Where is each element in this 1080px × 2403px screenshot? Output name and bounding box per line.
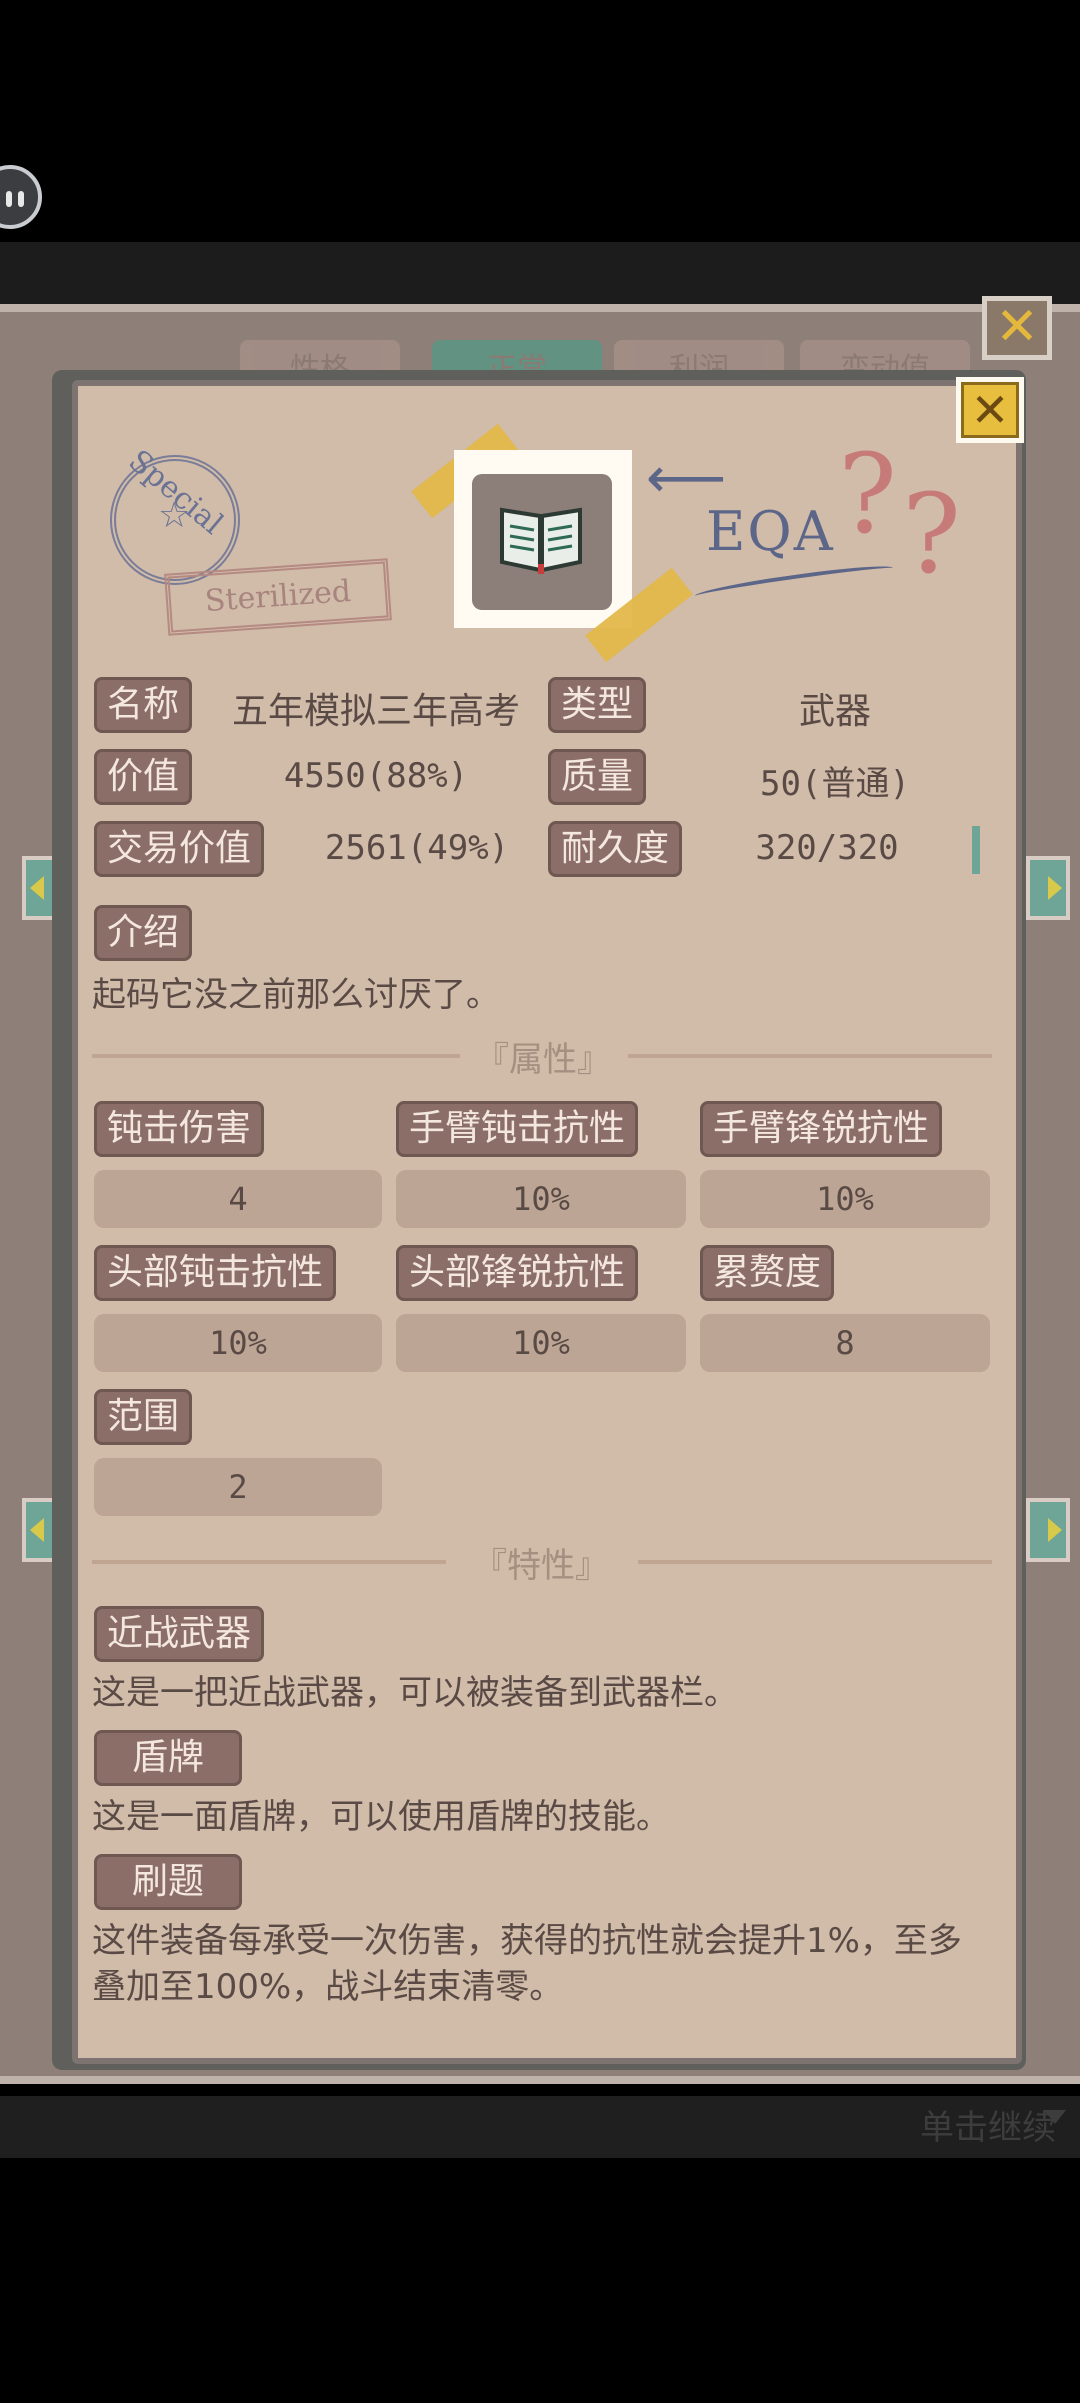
label-type: 类型: [548, 677, 647, 733]
trait-label: 刷题: [94, 1854, 242, 1910]
book-icon: [500, 507, 582, 574]
divider: [638, 1560, 992, 1564]
trait-label: 盾牌: [94, 1730, 242, 1786]
attr-label: 范围: [94, 1389, 193, 1445]
close-icon[interactable]: ✕: [961, 382, 1019, 438]
right-arrow-button[interactable]: [1026, 1498, 1070, 1562]
trait-text: 这是一把近战武器，可以被装备到武器栏。: [92, 1673, 738, 1713]
close-button[interactable]: ✕: [956, 377, 1024, 443]
attr-label: 手臂钝击抗性: [396, 1101, 639, 1157]
right-arrow-button[interactable]: [1026, 856, 1070, 920]
label-intro: 介绍: [94, 905, 193, 961]
attr-label: 钝击伤害: [94, 1101, 265, 1157]
bottom-bar: [0, 2096, 1080, 2158]
label-value: 价值: [94, 749, 193, 805]
attr-label: 头部钝击抗性: [94, 1245, 337, 1301]
continue-hint[interactable]: 单击继续: [920, 2100, 1056, 2149]
attr-value: 10%: [396, 1170, 686, 1228]
traits-title: 『特性』: [473, 1546, 609, 1586]
divider: [92, 1560, 446, 1564]
attributes-title: 『属性』: [475, 1040, 611, 1080]
divider: [628, 1054, 992, 1058]
value-value: 4550(88%): [283, 756, 469, 796]
value-durability: 320/320: [755, 828, 899, 868]
attr-label: 头部锋锐抗性: [396, 1245, 639, 1301]
attr-value: 10%: [94, 1314, 382, 1372]
value-quality: 50(普通): [760, 764, 910, 804]
avatar-button[interactable]: [0, 165, 42, 229]
attr-value: 8: [700, 1314, 990, 1372]
star-icon: ☆: [158, 495, 191, 536]
divider: [92, 1054, 460, 1058]
chevron-down-icon: [1044, 2110, 1066, 2124]
question-mark-icon: ?: [838, 430, 897, 558]
value-type: 武器: [798, 691, 871, 732]
attr-value: 10%: [396, 1314, 686, 1372]
value-name: 五年模拟三年高考: [231, 691, 520, 732]
eqa-doodle: EQA: [706, 500, 835, 563]
durability-bar: [972, 826, 980, 874]
attr-value: 4: [94, 1170, 382, 1228]
value-trade-value: 2561(49%): [324, 828, 510, 868]
label-name: 名称: [94, 677, 193, 733]
attr-label: 手臂锋锐抗性: [700, 1101, 943, 1157]
label-durability: 耐久度: [548, 821, 683, 877]
label-trade-value: 交易价值: [94, 821, 265, 877]
attr-label: 累赘度: [700, 1245, 835, 1301]
question-mark-icon: ?: [902, 470, 961, 598]
attr-value: 10%: [700, 1170, 990, 1228]
intro-text: 起码它没之前那么讨厌了。: [92, 975, 500, 1015]
attr-value: 2: [94, 1458, 382, 1516]
trait-text: 这件装备每承受一次伤害，获得的抗性就会提升1%，至多叠加至100%，战斗结束清零…: [92, 1921, 962, 2007]
top-bar: [0, 242, 1080, 304]
close-icon[interactable]: ✕: [982, 296, 1052, 360]
label-quality: 质量: [548, 749, 647, 805]
trait-text: 这是一面盾牌，可以使用盾牌的技能。: [92, 1797, 670, 1837]
trait-label: 近战武器: [94, 1606, 265, 1662]
